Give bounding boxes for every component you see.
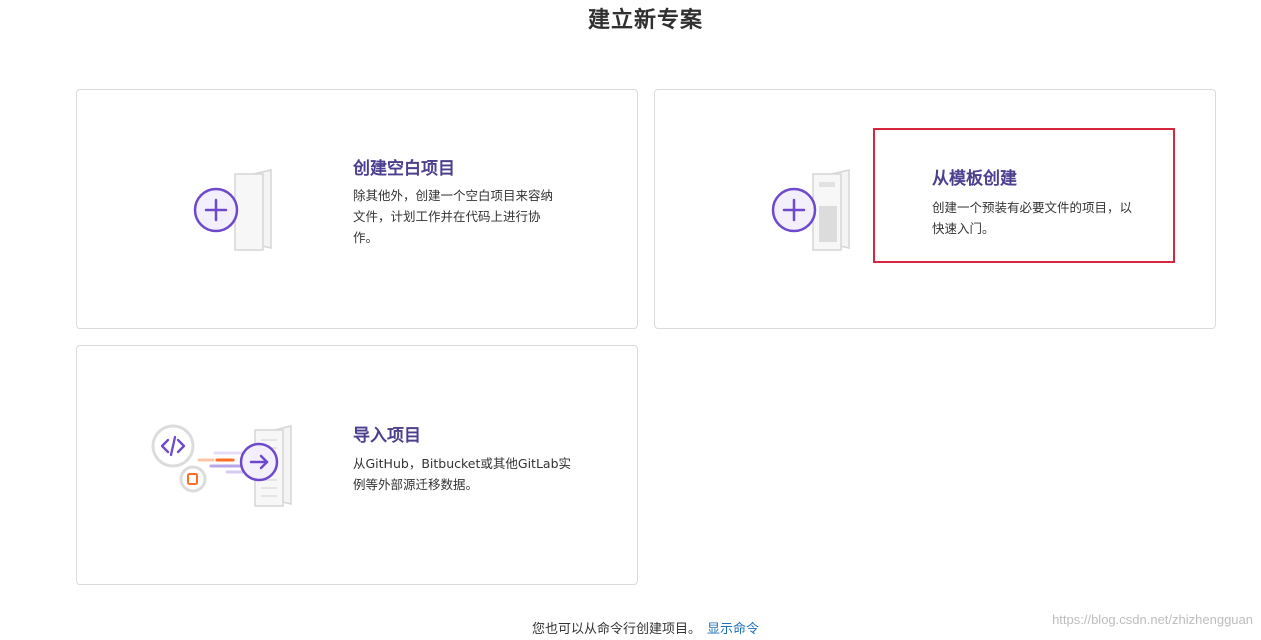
annotation-highlight-box (873, 128, 1175, 263)
card-description: 除其他外，创建一个空白项目来容纳 文件，计划工作并在代码上进行协 作。 (353, 188, 554, 245)
card-title: 创建空白项目 (353, 159, 455, 179)
blank-project-illustration (193, 169, 272, 251)
arrow-right-icon (239, 442, 279, 482)
footer-text: 您也可以从命令行创建项目。 (531, 622, 701, 637)
plus-icon (771, 187, 817, 233)
blank-project-card[interactable]: 创建空白项目 除其他外，创建一个空白项目来容纳 文件，计划工作并在代码上进行协 … (76, 89, 638, 329)
card-description: 从GitHub，Bitbucket或其他GitLab实 例等外部源迁移数据。 (353, 456, 571, 492)
code-icon (151, 424, 195, 468)
import-project-illustration (151, 424, 292, 507)
plus-icon (193, 187, 239, 233)
watermark: https://blog.csdn.net/zhizhengguan (1052, 612, 1253, 627)
page-title: 建立新专案 (587, 8, 703, 33)
show-command-link[interactable]: 显示命令 (707, 622, 759, 637)
template-project-illustration (771, 169, 850, 251)
gitlab-icon (179, 465, 207, 493)
card-title: 导入项目 (353, 426, 421, 446)
import-project-card[interactable]: 导入项目 从GitHub，Bitbucket或其他GitLab实 例等外部源迁移… (76, 345, 638, 585)
